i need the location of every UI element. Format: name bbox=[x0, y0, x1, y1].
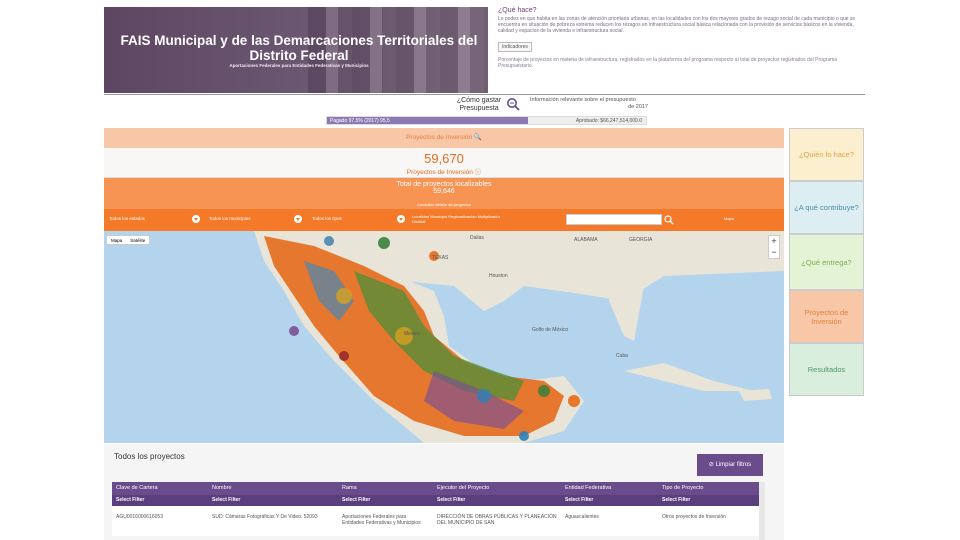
search-icon: 🔍 bbox=[473, 134, 483, 141]
table-row[interactable]: AGU0016000616053 SUD: Cámaras Fotográfic… bbox=[112, 506, 764, 536]
projects-panel: Proyectos de Inversión 🔍 59,670 Proyecto… bbox=[104, 128, 784, 443]
budget-info: Información relevante sobre el presupues… bbox=[530, 97, 648, 110]
projects-count-label: Proyectos de Inversión ⓘ bbox=[104, 166, 784, 176]
state-filter[interactable]: Todos los estados bbox=[106, 214, 202, 224]
map-label-cuba: Cuba bbox=[616, 353, 628, 359]
budget-year: de 2017 bbox=[628, 103, 648, 110]
page: FAIS Municipal y de las Demarcaciones Te… bbox=[0, 0, 960, 540]
filter-row: Todos los estados Todos los municipios T… bbox=[104, 209, 784, 231]
map-legend: Localidad Municipio Regionalización Mult… bbox=[412, 214, 501, 224]
projects-table: Clave de Cartera Nombre Rama Ejecutor de… bbox=[112, 482, 764, 536]
cell-tipo: Otros proyectos de Inversión bbox=[662, 514, 726, 520]
cell-clave: AGU0016000616053 bbox=[116, 514, 163, 520]
map-label-houston: Houston bbox=[489, 273, 508, 279]
projects-map[interactable]: Mapa Satélite + − Dallas TEXAS Houston AL… bbox=[104, 231, 784, 443]
col-ejecutor[interactable]: Ejecutor del Proyecto bbox=[433, 482, 561, 495]
table-scrollbar[interactable] bbox=[759, 482, 765, 540]
col-tipo[interactable]: Tipo de Proyecto bbox=[658, 482, 764, 495]
projects-table-section: Todos los proyectos ⊘ Limpiar filtros Cl… bbox=[104, 444, 784, 540]
map-label-gulf: Golfo de México bbox=[532, 327, 569, 333]
map-type-satellite[interactable]: Satélite bbox=[126, 236, 149, 245]
projects-count-area: 59,670 Proyectos de Inversión ⓘ bbox=[104, 148, 784, 178]
what-body: Lo podes en que habita en las zonas de a… bbox=[498, 16, 856, 35]
map-label-mexico: México bbox=[404, 331, 420, 337]
program-title: FAIS Municipal y de las Demarcaciones Te… bbox=[120, 33, 478, 63]
type-filter-label: Todos los tipos bbox=[312, 216, 342, 221]
cell-rama: Aportaciones Federales para Entidades Fe… bbox=[342, 514, 421, 526]
map-label-georgia: GEORGIA bbox=[629, 237, 653, 243]
map-label-dallas: Dallas bbox=[470, 235, 484, 241]
map-toggle-label[interactable]: Mapa bbox=[724, 216, 734, 221]
zoom-out-button[interactable]: − bbox=[769, 247, 779, 258]
clear-icon: ⊘ bbox=[708, 462, 714, 468]
filter-select-tipo[interactable]: Select Filter bbox=[658, 495, 764, 506]
divider bbox=[104, 94, 865, 95]
table-header: Clave de Cartera Nombre Rama Ejecutor de… bbox=[112, 482, 764, 495]
cell-nombre: SUD: Cámaras Fotográficas Y De Video. 52… bbox=[212, 514, 318, 520]
filter-select-nombre[interactable]: Select Filter bbox=[208, 495, 338, 506]
col-rama[interactable]: Rama bbox=[338, 482, 433, 495]
nav-contributes[interactable]: ¿A qué contribuye? bbox=[789, 181, 864, 234]
consult-link[interactable]: Consultar detalle de proyectos bbox=[104, 202, 784, 209]
total-count: 59,646 bbox=[433, 188, 455, 195]
cell-entidad: Aguascalientes bbox=[565, 514, 599, 520]
program-description: ¿Qué hace? Lo podes en que habita en las… bbox=[498, 7, 863, 69]
municipality-filter-label: Todos los municipios bbox=[209, 216, 251, 221]
map-search-input[interactable] bbox=[566, 214, 662, 225]
projects-count-text: Proyectos de Inversión bbox=[406, 169, 473, 176]
nav-who[interactable]: ¿Quién lo hace? bbox=[789, 128, 864, 181]
col-nombre[interactable]: Nombre bbox=[208, 482, 338, 495]
nav-results[interactable]: Resultados bbox=[789, 343, 864, 396]
nav-delivers[interactable]: ¿Qué entrega? bbox=[789, 234, 864, 290]
program-subtitle: Aportaciones Federales para Entidades Fe… bbox=[229, 63, 369, 68]
search-icon[interactable] bbox=[664, 215, 674, 225]
indicators-button[interactable]: Indicadores bbox=[498, 41, 532, 52]
total-label: Total de proyectos localizables bbox=[396, 181, 492, 188]
projects-count: 59,670 bbox=[424, 151, 464, 166]
total-localizable-bar: Total de proyectos localizables 59,646 bbox=[104, 178, 784, 202]
clear-filters-label: Limpiar filtros bbox=[715, 462, 752, 468]
filter-select-rama[interactable]: Select Filter bbox=[338, 495, 433, 506]
chevron-down-icon bbox=[294, 215, 302, 223]
state-filter-label: Todos los estados bbox=[109, 216, 146, 221]
map-type-map[interactable]: Mapa bbox=[107, 236, 126, 245]
filter-select-clave[interactable]: Select Filter bbox=[112, 495, 208, 506]
projects-header-label: Proyectos de Inversión bbox=[405, 134, 473, 141]
table-filter-row: Select Filter Select Filter Select Filte… bbox=[112, 495, 764, 506]
program-banner: FAIS Municipal y de las Demarcaciones Te… bbox=[104, 7, 488, 93]
map-canvas bbox=[254, 231, 784, 443]
type-filter[interactable]: Todos los tipos bbox=[309, 214, 407, 224]
projects-header[interactable]: Proyectos de Inversión 🔍 bbox=[104, 128, 784, 148]
zoom-control: + − bbox=[768, 235, 780, 259]
budget-progress-bar: Pagado 97.5% (2017) 95,5 Aprobado: $66,2… bbox=[326, 116, 647, 125]
clear-filters-button[interactable]: ⊘ Limpiar filtros bbox=[697, 454, 763, 476]
how-spend-label[interactable]: ¿Cómo gastar Presupuesta bbox=[455, 97, 503, 113]
what-title: ¿Qué hace? bbox=[498, 7, 537, 14]
budget-bar-label: Pagado 97.5% (2017) 95,5 bbox=[330, 118, 390, 124]
filter-select-ejecutor[interactable]: Select Filter bbox=[433, 495, 561, 506]
budget-approved: Aprobado: $66,247,514,000.0 bbox=[575, 118, 642, 124]
zoom-in-button[interactable]: + bbox=[769, 236, 779, 247]
chevron-down-icon bbox=[192, 215, 200, 223]
cell-ejecutor: DIRECCIÓN DE OBRAS PÚBLICAS Y PLANEACIÓN… bbox=[437, 514, 557, 526]
filter-select-entidad[interactable]: Select Filter bbox=[561, 495, 658, 506]
map-label-alabama: ALABAMA bbox=[574, 237, 598, 243]
help-icon[interactable]: ⓘ bbox=[475, 169, 482, 176]
nav-projects[interactable]: Proyectos de Inversión bbox=[789, 290, 864, 343]
col-entidad[interactable]: Entidad Federativa bbox=[561, 482, 658, 495]
what-extra: Porcentaje de proyectos en materia de in… bbox=[498, 56, 838, 69]
section-nav: ¿Quién lo hace? ¿A qué contribuye? ¿Qué … bbox=[789, 128, 864, 396]
map-label-texas: TEXAS bbox=[432, 255, 449, 261]
chevron-down-icon bbox=[397, 215, 405, 223]
magnifier-icon[interactable] bbox=[506, 97, 520, 111]
budget-info-text: Información relevante sobre el presupues… bbox=[530, 97, 636, 103]
col-clave[interactable]: Clave de Cartera bbox=[112, 482, 208, 495]
table-title: Todos los proyectos bbox=[114, 452, 185, 461]
map-type-control: Mapa Satélite bbox=[106, 235, 151, 245]
municipality-filter[interactable]: Todos los municipios bbox=[206, 214, 304, 224]
